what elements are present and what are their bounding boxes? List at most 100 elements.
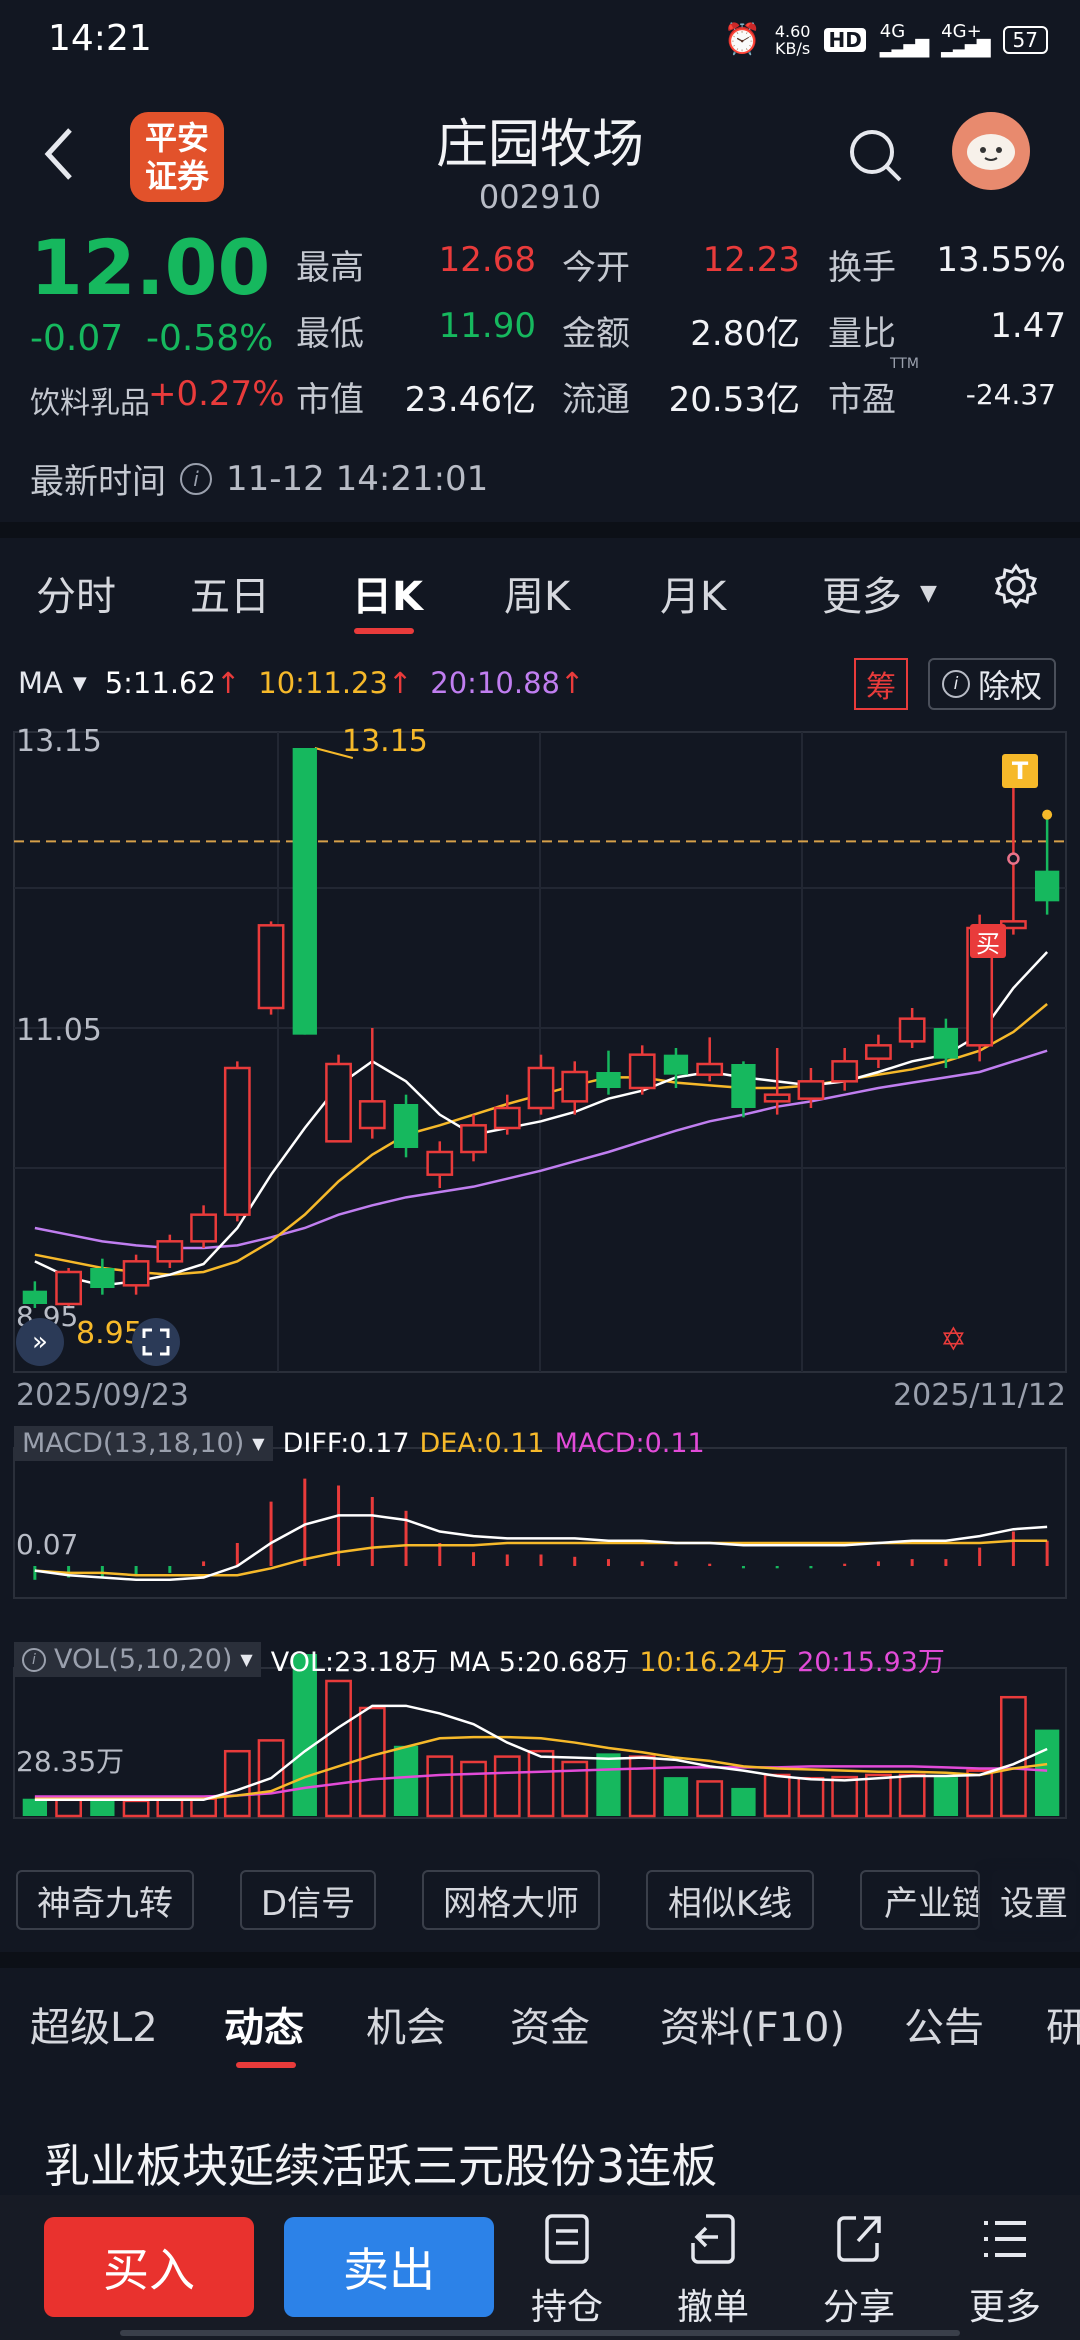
- tab-weekly-k[interactable]: 周K: [504, 564, 570, 622]
- vol-bar: [22, 1798, 48, 1816]
- tool-grid-master[interactable]: 网格大师: [422, 1870, 600, 1930]
- holdings-button[interactable]: 持仓: [512, 2213, 622, 2330]
- share-button[interactable]: 分享: [804, 2213, 914, 2330]
- buy-button[interactable]: 买入: [44, 2217, 254, 2317]
- candle-body: [865, 1044, 892, 1060]
- candle-body: [831, 1060, 859, 1083]
- candle-body: [393, 1104, 419, 1148]
- pe-ttm-label: TTM: [890, 356, 919, 372]
- latest-time-row: 最新时间 i 11-12 14:21:01: [30, 454, 488, 503]
- avatar[interactable]: [952, 112, 1030, 190]
- vol-bar: [865, 1773, 892, 1818]
- tab-monthly-k[interactable]: 月K: [660, 564, 726, 622]
- status-icons: ⏰ 4.60 KB/s HD 4G ▂▃▅▇ 4G+ ▂▃▅▇ 57: [723, 22, 1048, 57]
- caret-down-icon: ▼: [252, 1434, 265, 1453]
- info-icon[interactable]: i: [180, 462, 212, 495]
- vol-bar: [933, 1777, 959, 1816]
- battery-icon: 57: [1002, 25, 1048, 54]
- vol-ratio-value: 1.47: [990, 306, 1066, 346]
- chip-distribution-button[interactable]: 筹: [854, 658, 908, 710]
- expand-left-button[interactable]: »: [16, 1318, 64, 1366]
- vol-bar: [493, 1755, 521, 1818]
- tab-more[interactable]: 更多 ▼: [822, 564, 937, 622]
- price-main: 12.00: [30, 223, 271, 312]
- tab-f10[interactable]: 资料(F10): [660, 1995, 845, 2053]
- vol-bar: [393, 1745, 419, 1816]
- price-axis-high: 13.15: [16, 724, 102, 759]
- more-button[interactable]: 更多: [950, 2213, 1060, 2330]
- candle-body: [628, 1053, 656, 1090]
- cancel-order-button[interactable]: 撤单: [658, 2213, 768, 2330]
- candle-body: [696, 1062, 724, 1076]
- ma20-value: 20:10.88↑: [430, 666, 585, 700]
- tab-five-day[interactable]: 五日: [190, 564, 270, 622]
- section-divider: [0, 522, 1080, 538]
- amount-label: 金额: [562, 314, 630, 354]
- tab-daily-k[interactable]: 日K: [352, 564, 423, 622]
- signal-4g-icon: 4G ▂▃▅▇: [879, 20, 929, 58]
- news-headline[interactable]: 乳业板块延续活跃三元股份3连板: [44, 2130, 717, 2196]
- fullscreen-button[interactable]: [132, 1318, 180, 1366]
- sell-button[interactable]: 卖出: [284, 2217, 494, 2317]
- tab-intraday[interactable]: 分时: [36, 564, 116, 622]
- search-icon: [850, 130, 902, 182]
- kline-chart[interactable]: [0, 720, 1080, 1850]
- amount-value: 2.80亿: [690, 314, 800, 354]
- tool-d-signal[interactable]: D信号: [240, 1870, 376, 1930]
- price-change-pct: -0.58%: [146, 318, 274, 359]
- candle-body: [731, 1064, 756, 1108]
- pe-value: -24.37: [965, 378, 1056, 411]
- hd-icon: HD: [824, 27, 866, 52]
- vol-bar: [831, 1775, 859, 1818]
- status-bar: 14:21 ⏰ 4.60 KB/s HD 4G ▂▃▅▇ 4G+ ▂▃▅▇ 57: [0, 0, 1080, 84]
- vol-bar: [460, 1760, 487, 1818]
- candle-body: [190, 1213, 217, 1243]
- mcap-label: 市值: [296, 380, 364, 420]
- diff-value: DIFF:0.17: [282, 1428, 410, 1459]
- vol-axis-label: 28.35万: [16, 1745, 125, 1778]
- high-label: 最高: [296, 248, 364, 288]
- vol-bar: [426, 1755, 454, 1818]
- vol-bar: [763, 1773, 791, 1818]
- tab-research[interactable]: 研: [1046, 1995, 1080, 2053]
- vol-bar: [966, 1769, 994, 1818]
- tool-similar-k[interactable]: 相似K线: [646, 1870, 814, 1930]
- arrow-up-icon: ↑: [387, 666, 413, 700]
- search-button[interactable]: [846, 126, 906, 186]
- stock-code: 002910: [478, 178, 602, 216]
- candle-body: [561, 1070, 589, 1103]
- tab-opportunity[interactable]: 机会: [366, 1995, 446, 2053]
- chart-settings-button[interactable]: [992, 562, 1040, 610]
- macd-selector[interactable]: MACD(13,18,10) ▼: [14, 1426, 273, 1461]
- arrow-up-icon: ↑: [215, 666, 241, 700]
- vol-bar: [325, 1679, 352, 1818]
- tool-settings[interactable]: 设置: [992, 1870, 1076, 1930]
- event-dot: [1007, 852, 1020, 865]
- t-marker: T: [1002, 754, 1038, 788]
- macd-legend: MACD(13,18,10) ▼ DIFF:0.17 DEA:0.11 MACD:…: [14, 1426, 705, 1461]
- candle-body: [358, 1100, 386, 1130]
- macd-value: MACD:0.11: [554, 1428, 705, 1459]
- vol-bar: [898, 1773, 926, 1818]
- star-event-icon[interactable]: ✡: [940, 1320, 967, 1358]
- diff-line: [34, 1514, 1048, 1582]
- tab-announcement[interactable]: 公告: [904, 1995, 984, 2053]
- candle-body: [1034, 870, 1060, 902]
- adjust-button[interactable]: i 除权: [928, 658, 1056, 710]
- vol-bar: [55, 1798, 83, 1818]
- tool-magic-nine[interactable]: 神奇九转: [16, 1870, 194, 1930]
- vol-bar: [122, 1799, 150, 1818]
- event-dot: [1042, 809, 1053, 820]
- vol-selector[interactable]: i VOL(5,10,20) ▼: [14, 1642, 261, 1677]
- chart-grid: [13, 731, 1067, 1373]
- tool-industry-chain[interactable]: 产业链: [860, 1870, 980, 1930]
- tab-news[interactable]: 动态: [224, 1995, 304, 2053]
- tab-fund[interactable]: 资金: [510, 1995, 590, 2053]
- tab-super-l2[interactable]: 超级L2: [30, 1995, 158, 2053]
- ma-selector[interactable]: MA ▼: [18, 666, 87, 700]
- mcap-value: 23.46亿: [404, 380, 536, 420]
- home-indicator: [120, 2330, 960, 2336]
- vol-ma20-value: 20:15.93万: [797, 1647, 945, 1678]
- open-value: 12.23: [702, 240, 800, 280]
- pe-label: 市盈: [828, 380, 896, 420]
